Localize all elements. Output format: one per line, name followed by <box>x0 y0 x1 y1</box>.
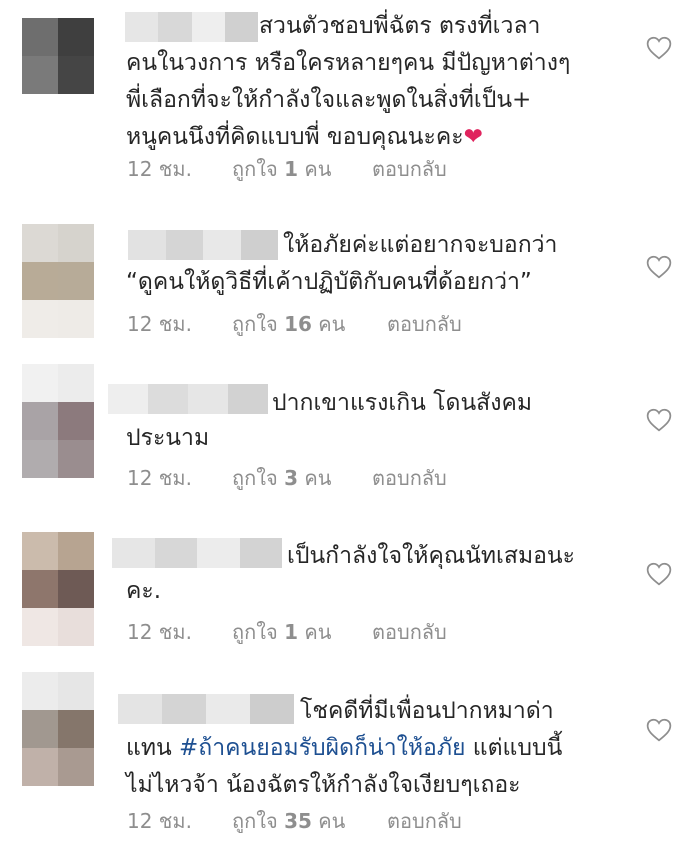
like-count-number: 35 <box>284 809 312 833</box>
timestamp: 12 ชม. <box>127 312 192 336</box>
comment-line: สวนตัวชอบพี่ฉัตร ตรงที่เวลา <box>259 13 541 39</box>
comment-meta: 12 ชม. ถูกใจ 1 คน ตอบกลับ <box>127 616 447 648</box>
reply-button[interactable]: ตอบกลับ <box>372 153 447 185</box>
like-count-unit: คน <box>304 466 332 490</box>
heart-outline-icon[interactable] <box>646 562 672 586</box>
timestamp: 12 ชม. <box>127 157 192 181</box>
like-count-unit: คน <box>318 809 346 833</box>
comment-line: พี่เลือกที่จะให้กำลังใจและพูดในสิ่งที่เป… <box>126 87 532 113</box>
reply-button[interactable]: ตอบกลับ <box>387 805 462 837</box>
comment-line: ให้อภัยค่ะแต่อยากจะบอกว่า <box>283 232 558 258</box>
like-count-label: ถูกใจ <box>232 312 278 336</box>
comment-meta: 12 ชม. ถูกใจ 16 คน ตอบกลับ <box>127 308 462 340</box>
like-count-label: ถูกใจ <box>232 466 278 490</box>
comment-line: ประนาม <box>126 425 210 451</box>
comment-text: โชคดีที่มีเพื่อนปากหมาด่า <box>300 693 630 730</box>
like-count-label: ถูกใจ <box>232 157 278 181</box>
comment-meta: 12 ชม. ถูกใจ 1 คน ตอบกลับ <box>127 153 447 185</box>
username-blurred[interactable] <box>128 230 278 260</box>
like-count-label: ถูกใจ <box>232 620 278 644</box>
timestamp: 12 ชม. <box>127 809 192 833</box>
comment-meta: 12 ชม. ถูกใจ 35 คน ตอบกลับ <box>127 805 462 837</box>
like-count[interactable]: ถูกใจ 1 คน <box>232 153 372 185</box>
like-count-unit: คน <box>304 620 332 644</box>
like-count-number: 1 <box>284 157 298 181</box>
comment-text: คะ. <box>126 573 630 610</box>
avatar[interactable] <box>22 672 94 786</box>
comment-line: แต่แบบนี้ <box>472 735 563 761</box>
comment-line: “ดูคนให้ดูวิธีที่เค้าปฏิบัติกับคนที่ด้อย… <box>126 269 532 295</box>
heart-outline-icon[interactable] <box>646 408 672 432</box>
comment-line: เป็นกำลังใจให้คุณนัทเสมอนะ <box>287 543 576 569</box>
like-count-unit: คน <box>304 157 332 181</box>
red-heart-emoji: ❤ <box>463 124 483 150</box>
like-count[interactable]: ถูกใจ 1 คน <box>232 616 372 648</box>
like-count-label: ถูกใจ <box>232 809 278 833</box>
like-count[interactable]: ถูกใจ 3 คน <box>232 462 372 494</box>
timestamp: 12 ชม. <box>127 620 192 644</box>
comment-text: “ดูคนให้ดูวิธีที่เค้าปฏิบัติกับคนที่ด้อย… <box>126 264 630 301</box>
comment-text: เป็นกำลังใจให้คุณนัทเสมอนะ <box>287 538 630 575</box>
like-count-number: 16 <box>284 312 312 336</box>
comment-line: โชคดีที่มีเพื่อนปากหมาด่า <box>300 698 554 724</box>
hashtag-link[interactable]: #ถ้าคนยอมรับผิดก็น่าให้อภัย <box>179 735 465 761</box>
comment-text: คนในวงการ หรือใครหลายๆคน มีปัญหาต่างๆ พี… <box>126 45 630 156</box>
comment-text: ให้อภัยค่ะแต่อยากจะบอกว่า <box>283 227 630 264</box>
username-blurred[interactable] <box>112 538 282 568</box>
avatar[interactable] <box>22 532 94 646</box>
timestamp: 12 ชม. <box>127 466 192 490</box>
like-count-number: 1 <box>284 620 298 644</box>
avatar[interactable] <box>22 18 94 94</box>
like-count-number: 3 <box>284 466 298 490</box>
like-count[interactable]: ถูกใจ 35 คน <box>232 805 387 837</box>
heart-outline-icon[interactable] <box>646 255 672 279</box>
comment-line: คะ. <box>126 578 162 604</box>
comment-line: ปากเขาแรงเกิน โดนสังคม <box>272 390 532 416</box>
comment-meta: 12 ชม. ถูกใจ 3 คน ตอบกลับ <box>127 462 447 494</box>
avatar[interactable] <box>22 364 94 478</box>
comment-line: หนูคนนึงที่คิดแบบพี่ ขอบคุณนะคะ <box>126 124 464 150</box>
like-count-unit: คน <box>318 312 346 336</box>
like-count[interactable]: ถูกใจ 16 คน <box>232 308 387 340</box>
username-blurred[interactable] <box>118 694 294 724</box>
heart-outline-icon[interactable] <box>646 718 672 742</box>
avatar[interactable] <box>22 224 94 338</box>
comment-text: ประนาม <box>126 420 630 457</box>
reply-button[interactable]: ตอบกลับ <box>372 462 447 494</box>
comment-text: ปากเขาแรงเกิน โดนสังคม <box>272 385 630 422</box>
reply-button[interactable]: ตอบกลับ <box>387 308 462 340</box>
comment-line: คนในวงการ หรือใครหลายๆคน มีปัญหาต่างๆ <box>126 50 571 76</box>
username-blurred[interactable] <box>108 384 268 414</box>
comment-line: แทน <box>126 735 172 761</box>
comment-text: สวนตัวชอบพี่ฉัตร ตรงที่เวลา <box>126 8 630 45</box>
reply-button[interactable]: ตอบกลับ <box>372 616 447 648</box>
comment-text: แทน #ถ้าคนยอมรับผิดก็น่าให้อภัย แต่แบบนี… <box>126 730 630 804</box>
comment-line: ไม่ไหวจ้า น้องฉัตรให้กำลังใจเงียบๆเถอะ <box>126 772 521 798</box>
heart-outline-icon[interactable] <box>646 36 672 60</box>
